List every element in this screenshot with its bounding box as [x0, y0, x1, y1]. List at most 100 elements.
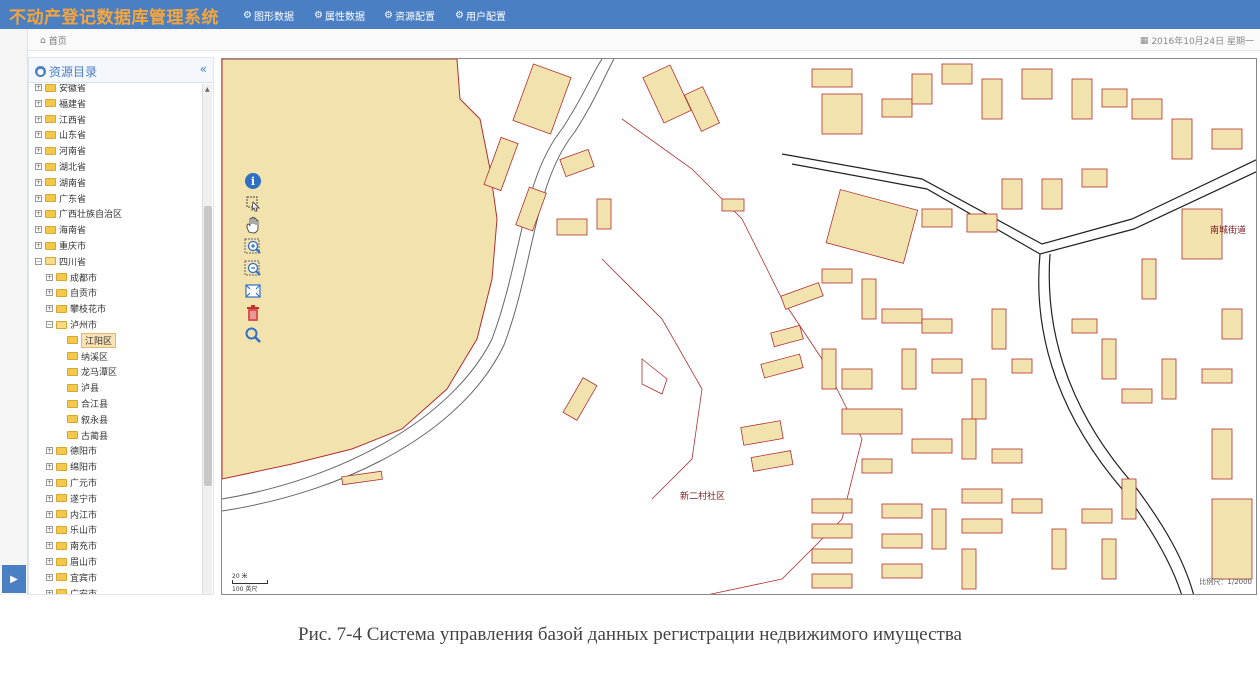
tree-node[interactable]: +龙马潭区 — [57, 364, 117, 379]
zoom-out-icon[interactable] — [243, 259, 263, 279]
tree-node[interactable]: + 湖南省 — [35, 175, 86, 190]
expand-toggle-icon[interactable]: + — [35, 84, 42, 91]
expand-toggle-icon[interactable]: + — [46, 273, 53, 281]
tree-node-label: 绵阳市 — [70, 463, 98, 474]
tree-node-label: 古蔺县 — [81, 431, 109, 442]
tree-node-label: 宜宾市 — [70, 573, 98, 584]
tree-node[interactable]: + 内江市 — [46, 507, 97, 522]
tree-node[interactable]: + 江西省 — [35, 112, 86, 127]
tree-node[interactable]: + 山东省 — [35, 127, 86, 142]
expand-toggle-icon[interactable]: + — [46, 558, 53, 565]
expand-toggle-icon[interactable]: + — [35, 210, 42, 218]
expand-toggle-icon[interactable]: + — [46, 510, 53, 518]
tree-node[interactable]: + 自贡市 — [46, 285, 97, 300]
expand-toggle-icon[interactable]: + — [46, 447, 53, 455]
delete-icon[interactable] — [243, 303, 263, 323]
info-icon[interactable]: i — [243, 171, 263, 191]
tree-node[interactable]: + 重庆市 — [35, 238, 86, 253]
search-icon[interactable] — [243, 325, 263, 345]
tree-node[interactable]: + 乐山市 — [46, 522, 97, 537]
expand-toggle-icon[interactable]: + — [46, 542, 53, 550]
tree-node-label: 河南省 — [59, 147, 87, 158]
tree-node[interactable]: + 安徽省 — [35, 84, 86, 95]
app-title: 不动产登记数据库管理系统 — [9, 8, 219, 28]
tree-node[interactable]: +纳溪区 — [57, 349, 108, 364]
catalog-icon: ● — [35, 66, 46, 77]
full-extent-icon[interactable] — [243, 281, 263, 301]
tree-node[interactable]: + 海南省 — [35, 222, 86, 237]
nav-resource-config[interactable]: ⚙ 资源配置 — [384, 7, 435, 23]
tree-node[interactable]: +泸县 — [57, 380, 99, 395]
nav-attribute-data[interactable]: ⚙ 属性数据 — [314, 7, 365, 23]
expand-panel-button[interactable]: ▶ — [2, 565, 26, 593]
expand-toggle-icon[interactable]: + — [35, 99, 42, 107]
tree-node[interactable]: +叙永县 — [57, 412, 108, 427]
tree-node-label: 眉山市 — [70, 558, 98, 568]
expand-toggle-icon[interactable]: + — [35, 147, 42, 155]
top-navbar: 不动产登记数据库管理系统 ⚙ 图形数据 ⚙ 属性数据 ⚙ 资源配置 ⚙ 用户配置 — [0, 0, 1260, 29]
expand-toggle-icon[interactable]: + — [35, 178, 42, 186]
zoom-in-icon[interactable] — [243, 237, 263, 257]
breadcrumb[interactable]: ⌂ 首页 — [40, 34, 67, 48]
scroll-thumb[interactable] — [204, 206, 212, 486]
expand-toggle-icon[interactable]: + — [35, 226, 42, 234]
tree-node[interactable]: − 泸州市 — [46, 317, 97, 332]
tree-node[interactable]: + 宜宾市 — [46, 570, 97, 585]
scroll-up-icon[interactable]: ▲ — [205, 86, 210, 93]
collapse-toggle-icon[interactable]: − — [46, 321, 53, 328]
folder-icon — [56, 573, 67, 582]
expand-toggle-icon[interactable]: + — [46, 289, 53, 297]
tree-node[interactable]: +江阳区 — [57, 332, 117, 348]
tree-node[interactable]: + 绵阳市 — [46, 459, 97, 474]
expand-toggle-icon[interactable]: + — [35, 194, 42, 202]
tree-node[interactable]: + 河南省 — [35, 143, 86, 158]
folder-icon — [56, 478, 67, 487]
collapse-toggle-icon[interactable]: − — [35, 257, 42, 265]
expand-toggle-icon[interactable]: + — [46, 463, 53, 471]
collapse-panel-button[interactable]: « — [200, 62, 207, 76]
expand-toggle-icon[interactable]: + — [46, 479, 53, 486]
expand-toggle-icon[interactable]: + — [35, 115, 42, 123]
tree-node[interactable]: + 眉山市 — [46, 554, 97, 569]
folder-icon — [45, 257, 56, 266]
tree-node-label: 广西壮族自治区 — [59, 210, 123, 221]
tree-node[interactable]: + 湖北省 — [35, 159, 86, 174]
expand-toggle-icon[interactable]: + — [46, 573, 53, 581]
select-icon[interactable] — [243, 193, 263, 213]
map-view[interactable]: 新二村社区 南城街道 i 20 米 100 英尺 比例尺：1/2000 — [221, 58, 1257, 595]
tree-node[interactable]: + 南充市 — [46, 538, 97, 553]
expand-toggle-icon[interactable]: + — [46, 526, 53, 534]
tree-node[interactable]: + 攀枝花市 — [46, 301, 106, 316]
pan-hand-icon[interactable] — [243, 215, 263, 235]
tree-node[interactable]: + 遂宁市 — [46, 491, 97, 506]
folder-icon — [56, 446, 67, 455]
tree-node[interactable]: +古蔺县 — [57, 428, 108, 443]
gears-icon: ⚙ — [455, 9, 464, 21]
expand-toggle-icon[interactable]: + — [46, 494, 53, 502]
folder-icon — [67, 415, 78, 424]
tree-node[interactable]: + 广东省 — [35, 191, 86, 206]
expand-toggle-icon[interactable]: + — [35, 163, 42, 170]
tree-node[interactable]: +合江县 — [57, 396, 108, 411]
nav-user-config[interactable]: ⚙ 用户配置 — [455, 7, 506, 23]
gears-icon: ⚙ — [243, 9, 252, 21]
nav-graphic-data[interactable]: ⚙ 图形数据 — [243, 7, 294, 23]
expand-toggle-icon[interactable]: + — [35, 131, 42, 139]
expand-toggle-icon[interactable]: + — [46, 305, 53, 313]
folder-icon — [56, 304, 67, 313]
tree-node[interactable]: + 广安市 — [46, 586, 97, 594]
tree-node[interactable]: + 成都市 — [46, 270, 97, 285]
tree-node[interactable]: + 广元市 — [46, 475, 97, 490]
tree-node[interactable]: + 德阳市 — [46, 443, 97, 458]
nav-label: 图形数据 — [253, 11, 294, 23]
tree-node[interactable]: + 广西壮族自治区 — [35, 206, 122, 221]
expand-toggle-icon[interactable]: + — [35, 242, 42, 249]
folder-icon — [56, 525, 67, 534]
tree-scrollbar[interactable]: ▲ — [202, 84, 212, 594]
panel-title-text: 资源目录 — [49, 65, 98, 79]
tree-node[interactable]: − 四川省 — [35, 254, 86, 269]
tree-node[interactable]: + 福建省 — [35, 96, 86, 111]
resource-tree: + 安徽省 + 福建省 + 江西省 + 山东省 + 河南省 + 湖北省 + 湖南省 + 广东省 + 广西壮族自治区… — [29, 84, 201, 594]
expand-toggle-icon[interactable]: + — [46, 589, 53, 594]
map-canvas[interactable] — [222, 59, 1257, 595]
